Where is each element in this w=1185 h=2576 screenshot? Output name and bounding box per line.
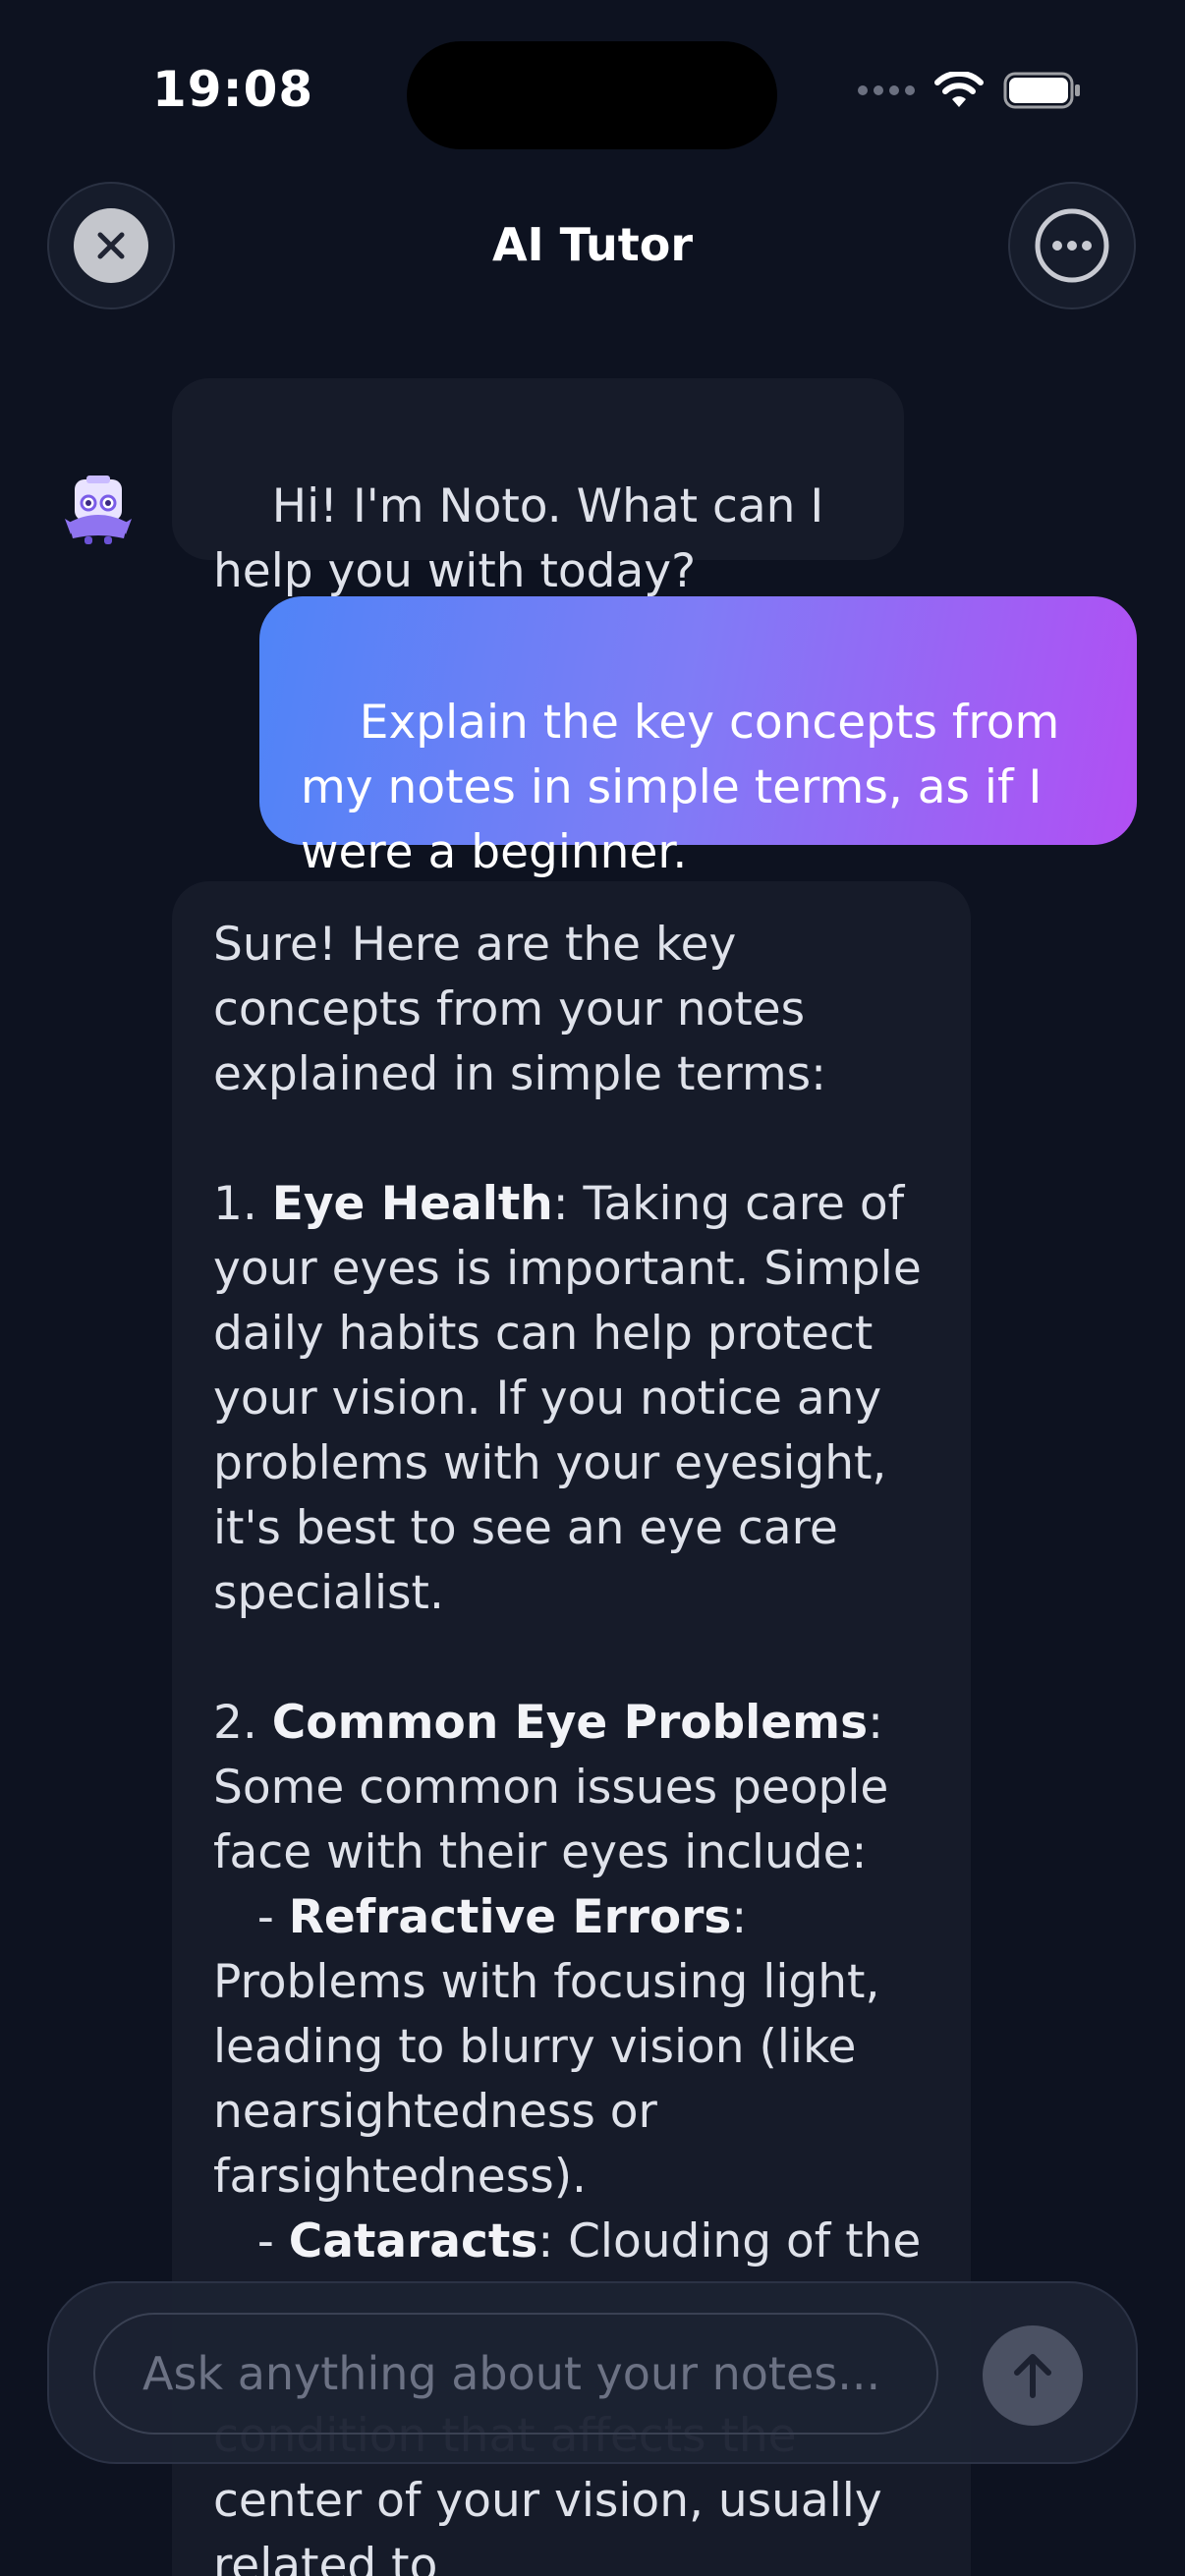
status-icons <box>858 71 1082 110</box>
message-input[interactable] <box>93 2313 938 2435</box>
assistant-message: Hi! I'm Noto. What can I help you with t… <box>172 378 904 598</box>
message-text: Hi! I'm Noto. What can I help you with t… <box>213 479 839 598</box>
more-options-button[interactable] <box>1008 182 1136 309</box>
wifi-icon <box>934 72 984 107</box>
list-number: 1. <box>213 1177 272 1231</box>
sub-item-prefix: - <box>213 1890 289 1944</box>
noto-avatar-icon <box>65 476 132 544</box>
send-button[interactable] <box>983 2325 1083 2426</box>
section-title: Common Eye Problems <box>271 1696 869 1750</box>
sub-item-prefix: - <box>213 2214 289 2268</box>
sub-item-title: Refractive Errors <box>288 1890 732 1944</box>
composer-bar <box>47 2281 1138 2464</box>
message-intro: Sure! Here are the key concepts from you… <box>213 918 826 1101</box>
sub-item-title: Cataracts <box>288 2214 538 2268</box>
user-message: Explain the key concepts from my notes i… <box>259 596 1137 879</box>
message-text: Explain the key concepts from my notes i… <box>301 696 1075 879</box>
cellular-signal-icon <box>858 85 915 95</box>
section-title: Eye Health <box>271 1177 553 1231</box>
section-body: : Taking care of your eyes is important.… <box>213 1177 936 1620</box>
status-time: 19:08 <box>152 61 314 118</box>
arrow-up-icon <box>1014 2354 1051 2398</box>
battery-icon <box>1003 72 1080 109</box>
chat-screen: 19:08 AI Tutor Hi! I'm Noto. What can I … <box>0 0 1185 2576</box>
more-horizontal-icon <box>1035 208 1109 283</box>
dynamic-island <box>407 41 777 149</box>
list-number: 2. <box>213 1696 272 1750</box>
sub-item-body: : Clouding of the <box>537 2214 922 2268</box>
